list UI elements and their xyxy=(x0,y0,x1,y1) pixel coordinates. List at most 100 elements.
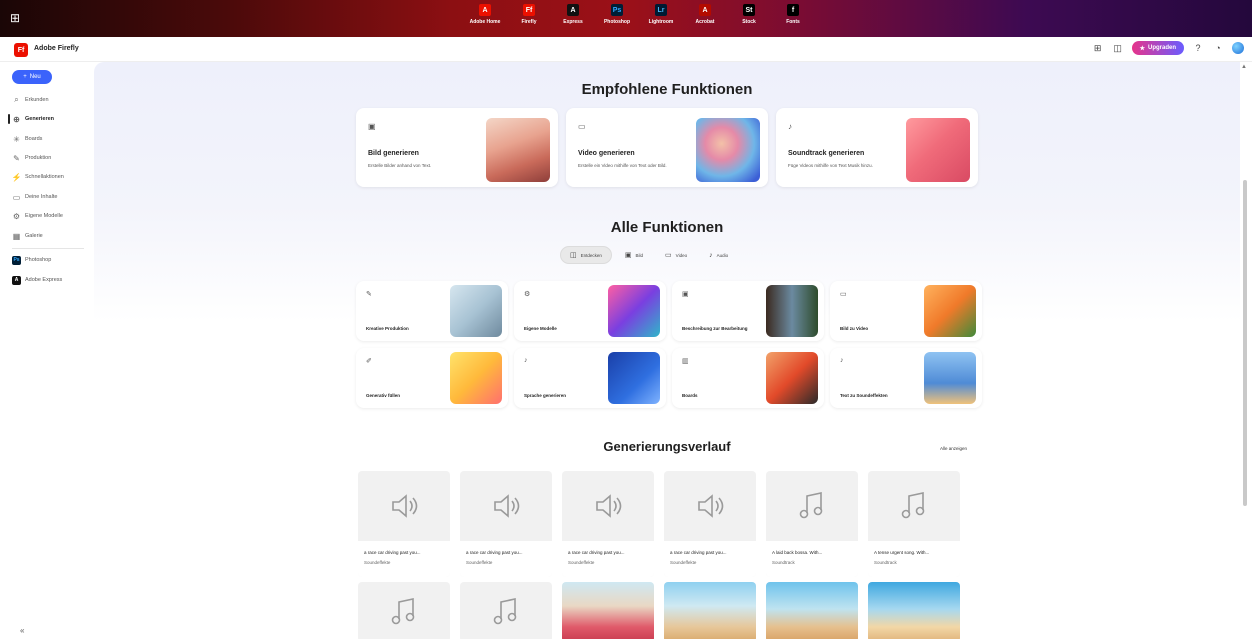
function-card-title: Text zu Soundeffekten xyxy=(840,393,888,398)
upgrade-button[interactable]: ★ Upgraden xyxy=(1131,41,1184,55)
chat-icon[interactable]: ◫ xyxy=(1112,42,1124,54)
history-item-type: Soundeffekte xyxy=(568,560,595,565)
feature-card-title: Bild generieren xyxy=(368,150,419,157)
history-item[interactable]: a race car driving past you... Soundeffe… xyxy=(460,471,552,577)
brush-icon: ✎ xyxy=(366,291,372,298)
sidebar-item-schnellaktionen[interactable]: ⚡ Schnellaktionen xyxy=(12,171,64,183)
app-express[interactable]: A Express xyxy=(551,4,595,25)
lightroom-icon: Lr xyxy=(655,4,667,16)
history-item[interactable]: a race car driving past you... Soundeffe… xyxy=(358,471,450,577)
sidebar-item-produktion[interactable]: ✎ Produktion xyxy=(12,152,51,164)
collapse-sidebar-icon[interactable]: « xyxy=(20,626,24,635)
app-switcher-bar: ⊞ A Adobe Home Ff Firefly A Express Ps P… xyxy=(0,0,1252,37)
history-item-type: Soundtrack xyxy=(772,560,795,565)
scroll-up-icon[interactable]: ▲ xyxy=(1241,64,1247,70)
apps-grid-icon[interactable]: ⊞ xyxy=(10,12,22,24)
app-label: Acrobat xyxy=(695,19,715,25)
tab-entdecken[interactable]: ◫ Entdecken xyxy=(560,246,612,264)
sidebar-item-adobe-express[interactable]: A Adobe Express xyxy=(12,274,62,286)
feature-card-desc: Erstelle ein Video mithilfe von Text ode… xyxy=(578,163,667,168)
function-card-boards[interactable]: ▥ Boards xyxy=(672,348,824,408)
brand-name[interactable]: Adobe Firefly xyxy=(34,45,79,52)
history-item[interactable]: A laid back bossa. With... Soundtrack xyxy=(766,471,858,577)
feature-card-video[interactable]: ▭ Video generieren Erstelle ein Video mi… xyxy=(566,108,768,187)
history-item[interactable] xyxy=(358,582,450,639)
bike-rider-image xyxy=(450,285,502,337)
cat-beach-image[interactable] xyxy=(664,582,756,639)
main-content: Empfohlene Funktionen ▣ Bild generieren … xyxy=(94,62,1240,639)
tab-video[interactable]: ▭ Video xyxy=(656,246,696,264)
two-people-image xyxy=(766,285,818,337)
sidebar-item-galerie[interactable]: ▦ Galerie xyxy=(12,230,43,242)
history-item-title: A tense urgent song. With... xyxy=(874,550,930,555)
function-card-bild-zu-video[interactable]: ▭ Bild zu Video xyxy=(830,281,982,341)
sidebar-item-photoshop[interactable]: Ps Photoshop xyxy=(12,254,51,266)
app-photoshop[interactable]: Ps Photoshop xyxy=(595,4,639,25)
sidebar-item-erkunden[interactable]: ⌕ Erkunden xyxy=(12,94,48,106)
sidebar-item-generieren[interactable]: ⊕ Generieren xyxy=(12,113,54,125)
fonts-icon: f xyxy=(787,4,799,16)
folder-icon: ▭ xyxy=(12,192,21,202)
firefly-icon: Ff xyxy=(523,4,535,16)
function-card-kreative-produktion[interactable]: ✎ Kreative Produktion xyxy=(356,281,508,341)
history-item[interactable]: A tense urgent song. With... Soundtrack xyxy=(868,471,960,577)
function-card-title: Bild zu Video xyxy=(840,326,869,331)
feature-card-title: Video generieren xyxy=(578,150,635,157)
sidebar-item-deine-inhalte[interactable]: ▭ Deine Inhalte xyxy=(12,191,58,203)
cat-sunglasses-image[interactable] xyxy=(766,582,858,639)
music-note-icon xyxy=(391,598,415,625)
app-fonts[interactable]: f Fonts xyxy=(771,4,815,25)
app-acrobat[interactable]: A Acrobat xyxy=(683,4,727,25)
cat-tropical-image[interactable] xyxy=(868,582,960,639)
express-icon: A xyxy=(567,4,579,16)
function-card-beschreibung[interactable]: ▣ Beschreibung zur Bearbeitung xyxy=(672,281,824,341)
explore-icon: ⌕ xyxy=(14,95,19,104)
new-button[interactable]: + Neu xyxy=(12,70,52,84)
avatar[interactable] xyxy=(1232,42,1244,54)
history-item[interactable] xyxy=(460,582,552,639)
sidebar-item-boards[interactable]: ✳ Boards xyxy=(12,133,42,145)
feature-card-desc: Erstelle Bilder anhand von Text. xyxy=(368,163,432,168)
sidebar-item-eigene-modelle[interactable]: ⚙ Eigene Modelle xyxy=(12,210,63,222)
scrollbar-thumb[interactable] xyxy=(1243,180,1247,506)
acrobat-icon: A xyxy=(699,4,711,16)
function-card-eigene-modelle[interactable]: ⚙ Eigene Modelle xyxy=(514,281,666,341)
music-note-icon xyxy=(868,471,960,541)
history-item[interactable]: a race car driving past you... Soundeffe… xyxy=(562,471,654,577)
app-lightroom[interactable]: Lr Lightroom xyxy=(639,4,683,25)
quick-actions-icon: ⚡ xyxy=(11,172,22,182)
app-adobe-home[interactable]: A Adobe Home xyxy=(463,4,507,25)
function-card-text-zu-soundeffekten[interactable]: ♪ Text zu Soundeffekten xyxy=(830,348,982,408)
boards-icon: ▥ xyxy=(682,358,689,365)
cat-on-towel-image[interactable] xyxy=(562,582,654,639)
feature-card-soundtrack[interactable]: ♪ Soundtrack generieren Füge Videos mith… xyxy=(776,108,978,187)
app-firefly[interactable]: Ff Firefly xyxy=(507,4,551,25)
music-note-icon xyxy=(493,598,517,625)
history-item[interactable]: a race car driving past you... Soundeffe… xyxy=(664,471,756,577)
see-all-link[interactable]: Alle anzeigen xyxy=(940,446,967,451)
gift-icon[interactable]: ⊞ xyxy=(1092,42,1104,54)
function-card-generativ-fuellen[interactable]: ✐ Generativ füllen xyxy=(356,348,508,408)
bell-icon[interactable]: ◔ xyxy=(1212,42,1224,54)
function-card-sprache-generieren[interactable]: ♪ Sprache generieren xyxy=(514,348,666,408)
star-icon: ★ xyxy=(1139,45,1145,52)
speech-waveform-image xyxy=(608,352,660,404)
app-label: Photoshop xyxy=(603,19,631,25)
tab-label: Audio xyxy=(716,252,729,258)
help-icon[interactable]: ? xyxy=(1192,42,1204,54)
tab-audio[interactable]: ♪ Audio xyxy=(700,246,737,264)
tab-bild[interactable]: ▣ Bild xyxy=(616,246,652,264)
edit-image-icon: ▣ xyxy=(682,291,689,298)
function-card-title: Eigene Modelle xyxy=(524,326,557,331)
all-functions-title: Alle Funktionen xyxy=(610,219,724,236)
feature-card-image[interactable]: ▣ Bild generieren Erstelle Bilder anhand… xyxy=(356,108,558,187)
character-cards-image xyxy=(608,285,660,337)
firefly-logo[interactable]: Ff xyxy=(14,43,28,57)
history-item-info: a race car driving past you... Soundeffe… xyxy=(460,541,552,577)
app-list: A Adobe Home Ff Firefly A Express Ps Pho… xyxy=(463,4,815,25)
custom-models-icon: ⚙ xyxy=(12,211,21,221)
speaker-icon xyxy=(664,471,756,541)
sidebar-item-label: Eigene Modelle xyxy=(25,213,63,219)
firefly-header: Ff Adobe Firefly ⊞ ◫ ★ Upgraden ? ◔ xyxy=(0,37,1252,62)
app-stock[interactable]: St Stock xyxy=(727,4,771,25)
